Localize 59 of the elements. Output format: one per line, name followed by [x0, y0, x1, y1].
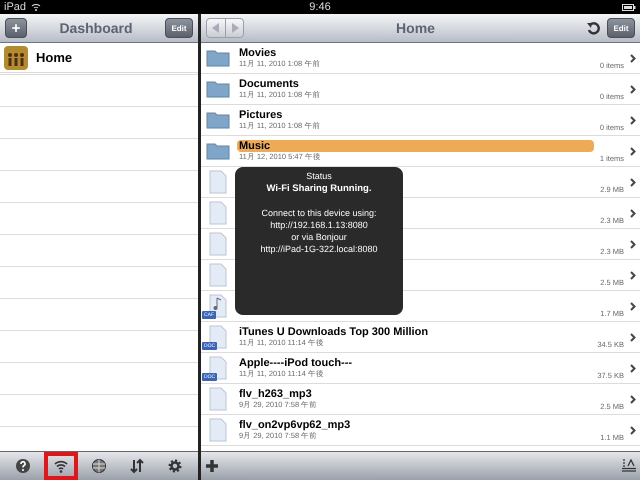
chevron-icon	[630, 116, 636, 124]
edit-button[interactable]: Edit	[607, 18, 635, 38]
popup-text: or via Bonjour	[291, 232, 347, 242]
sidebar-title: Dashboard	[58, 20, 134, 36]
document-icon	[209, 387, 227, 411]
right-arrow-icon	[230, 23, 238, 33]
sort-arrows-icon	[129, 458, 145, 474]
refresh-icon[interactable]	[587, 21, 601, 35]
chevron-icon	[630, 178, 636, 186]
chevron-icon	[630, 240, 636, 248]
sort-list-icon[interactable]	[622, 459, 636, 473]
popup-text: http://iPad-1G-322.local:8080	[260, 244, 378, 254]
device-name: iPad	[4, 1, 26, 13]
chevron-icon	[630, 332, 636, 342]
file-name: flv_h263_mp3	[238, 388, 313, 400]
left-arrow-icon	[212, 23, 220, 33]
edit-button[interactable]: Edit	[165, 18, 193, 38]
file-name: Apple----iPod touch---	[238, 357, 354, 369]
chevron-icon	[630, 302, 636, 310]
file-name: iTunes U Downloads Top 300 Million	[238, 326, 430, 338]
add-button[interactable]: +	[5, 18, 27, 38]
folder-icon	[206, 142, 230, 160]
popup-text: http://192.168.1.13:8080	[270, 220, 368, 230]
folder-title: Home	[395, 20, 436, 36]
people-icon	[4, 46, 28, 70]
folder-icon	[206, 80, 230, 98]
document-icon	[209, 263, 227, 287]
help-icon	[15, 458, 31, 474]
clock: 9:46	[309, 1, 331, 13]
folder-icon	[206, 111, 230, 129]
sidebar-item[interactable]: Home	[0, 43, 198, 73]
folder-icon	[206, 49, 230, 67]
settings-icon	[167, 458, 183, 474]
chevron-icon	[630, 426, 636, 434]
document-icon	[209, 170, 227, 194]
file-name: Pictures	[238, 109, 284, 121]
chevron-icon	[630, 146, 636, 156]
battery-icon	[622, 4, 636, 10]
globe-icon	[91, 458, 107, 474]
popup-text: Connect to this device using:	[261, 208, 377, 218]
add-icon[interactable]	[205, 459, 219, 473]
document-icon	[209, 201, 227, 225]
file-name: Music	[237, 140, 594, 152]
popup-headline: Wi-Fi Sharing Running.	[266, 183, 372, 194]
document-icon	[209, 418, 227, 442]
toolbar-button[interactable]	[44, 452, 78, 480]
chevron-icon	[630, 364, 636, 372]
chevron-icon	[630, 54, 636, 62]
chevron-icon	[630, 84, 636, 94]
chevron-icon	[630, 270, 636, 280]
file-name: Movies	[238, 47, 278, 59]
file-name: Documents	[238, 78, 300, 90]
chevron-icon	[630, 208, 636, 218]
wifi-signal-icon	[31, 3, 42, 11]
document-icon	[209, 232, 227, 256]
file-name: flv_on2vp6vp62_mp3	[238, 419, 352, 431]
popup-title: Status	[306, 171, 332, 181]
chevron-icon	[630, 394, 636, 404]
wifi-icon	[53, 458, 69, 474]
